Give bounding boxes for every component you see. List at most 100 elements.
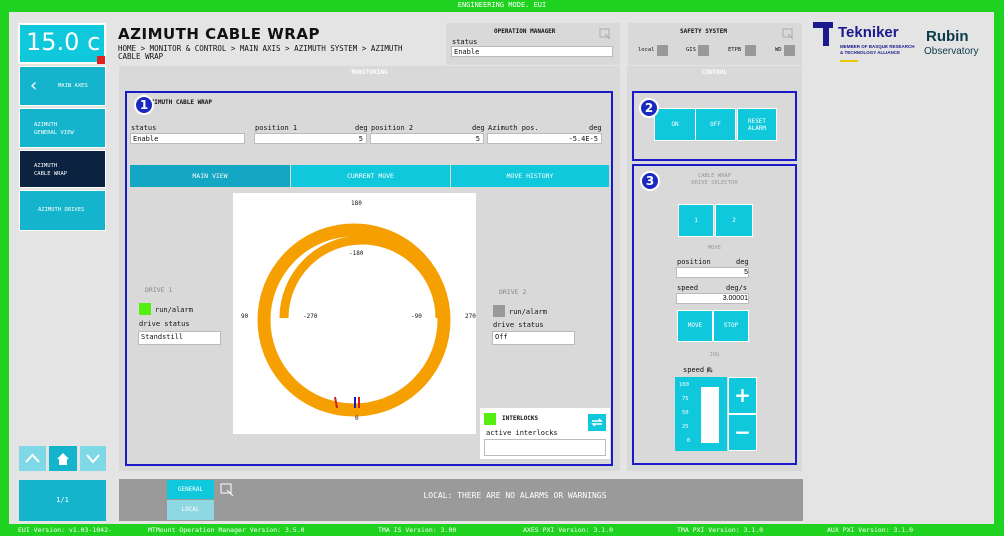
cable-wrap-dial: 180 0 90 270 -180 -270 -90 <box>233 193 476 434</box>
move-title: MOVE <box>707 245 722 251</box>
jog-tick-100: 100 <box>679 382 689 388</box>
chevron-left-icon: ‹ <box>30 75 38 96</box>
dial-label-minus-270: -270 <box>303 313 318 320</box>
page-down-button[interactable] <box>80 446 106 471</box>
minus-icon: − <box>734 420 751 444</box>
nav-azimuth-general-button[interactable]: AZIMUTH GENERAL VIEW <box>19 108 106 148</box>
position1-label: position 1 <box>255 124 298 132</box>
select-drive-2-button[interactable]: 2 <box>715 204 753 237</box>
jog-tick-0: 0 <box>687 438 691 444</box>
version-bar: EUI Version: v1.03-1042- MTMount Operati… <box>0 524 1004 536</box>
refresh-icon <box>591 418 603 427</box>
jog-speed-slider[interactable]: 100 75 50 25 0 <box>675 377 727 451</box>
window-icon[interactable] <box>599 28 611 40</box>
position1-value: 5 <box>254 133 367 144</box>
dial-label-90: 90 <box>241 313 249 320</box>
interlocks-indicator <box>484 413 496 425</box>
status-label: status <box>131 124 157 132</box>
section-badge-3: 3 <box>640 171 660 191</box>
tekniker-logo: Tekniker MEMBER OF BASQUE RESEARCH & TEC… <box>812 20 922 68</box>
monitoring-header: MONITORING <box>351 69 388 76</box>
dial-label-270: 270 <box>465 313 476 320</box>
status-value: Enable <box>130 133 245 144</box>
position2-value: 5 <box>370 133 484 144</box>
nav-azimuth-cable-wrap-label: AZIMUTH CABLE WRAP <box>34 163 68 177</box>
safety-wd-label: WD <box>775 47 782 53</box>
nav-azimuth-general-label: AZIMUTH GENERAL VIEW <box>34 122 74 136</box>
tekniker-subtitle-2: & TECHNOLOGY ALLIANCE <box>840 50 901 55</box>
safety-system-title: SAFETY SYSTEM <box>680 28 727 35</box>
nav-azimuth-drives-button[interactable]: AZIMUTH DRIVES <box>19 190 106 231</box>
mode-banner: ENGINEERING MODE. EUI <box>457 1 547 9</box>
nav-azimuth-cable-wrap-button[interactable]: AZIMUTH CABLE WRAP <box>19 150 106 188</box>
safety-local-label: local <box>638 47 655 53</box>
drive2-status-label: drive status <box>493 321 544 329</box>
nav-main-axes-label: MAIN AXES <box>58 83 88 89</box>
page-title: AZIMUTH CABLE WRAP <box>118 25 320 43</box>
page-up-button[interactable] <box>19 446 46 471</box>
control-header: CONTROL <box>701 69 728 76</box>
tab-current-move[interactable]: CURRENT MOVE <box>291 165 450 187</box>
window-icon[interactable] <box>782 28 794 40</box>
select-drive-1-button[interactable]: 1 <box>678 204 714 237</box>
home-icon <box>57 453 69 465</box>
version-aux-pxi: AUX PXI Version: 3.1.0 <box>827 526 914 534</box>
jog-minus-button[interactable]: − <box>728 414 757 451</box>
nav-main-axes-button[interactable]: ‹ MAIN AXES <box>19 66 106 106</box>
nav-azimuth-drives-label: AZIMUTH DRIVES <box>38 207 85 213</box>
reset-alarm-button[interactable]: RESET ALARM <box>737 108 777 141</box>
azimuth-pos-value: -5.4E-5 <box>487 133 602 144</box>
stop-button[interactable]: STOP <box>713 310 749 342</box>
safety-system-panel: SAFETY SYSTEM local GIS ETPB WD <box>628 23 802 65</box>
dial-label-minus-180: -180 <box>349 250 364 257</box>
move-speed-unit: deg/s <box>726 284 748 292</box>
jog-slider-track <box>701 387 719 443</box>
tekniker-name: Tekniker <box>838 24 899 41</box>
on-button[interactable]: ON <box>654 108 696 141</box>
move-speed-input[interactable] <box>676 293 749 304</box>
section-badge-1: 1 <box>134 95 154 115</box>
interlocks-refresh-button[interactable] <box>588 414 606 431</box>
drive1-run-label: run/alarm <box>155 306 193 314</box>
operation-manager-panel: OPERATION MANAGER status Enable <box>446 23 620 65</box>
safety-etpb-indicator <box>745 45 756 56</box>
jog-slider-fill <box>701 387 719 443</box>
section-title: AZIMUTH CABLE WRAP <box>147 99 213 106</box>
safety-etpb-label: ETPB <box>728 47 742 53</box>
drive1-status-value: Standstill <box>138 331 221 345</box>
chevron-down-icon <box>86 454 100 464</box>
jog-tick-50: 50 <box>682 410 689 416</box>
safety-gis-indicator <box>698 45 709 56</box>
drive2-status-value: Off <box>492 331 575 345</box>
dial-label-180: 180 <box>351 200 362 207</box>
home-button[interactable] <box>49 446 77 471</box>
move-position-input[interactable] <box>676 267 749 278</box>
drive1-run-indicator <box>139 303 151 315</box>
rubin-logo-line1: Rubin <box>926 28 969 45</box>
version-tma-is: TMA IS Version: 3.00 <box>378 526 457 534</box>
jog-tick-75: 75 <box>682 396 689 402</box>
drive1-status-label: drive status <box>139 320 190 328</box>
chevron-up-icon <box>25 453 40 463</box>
tab-main-view[interactable]: MAIN VIEW <box>130 165 290 187</box>
jog-plus-button[interactable]: + <box>728 377 757 414</box>
position1-unit: deg <box>355 124 368 132</box>
cursor-arrow-icon <box>707 367 712 373</box>
footer-local-tab[interactable]: LOCAL <box>167 500 214 520</box>
version-eui: EUI Version: v1.03-1042- <box>18 526 112 534</box>
tab-move-history[interactable]: MOVE HISTORY <box>451 165 609 187</box>
move-button[interactable]: MOVE <box>677 310 713 342</box>
jog-title: JOG <box>709 352 720 358</box>
operation-manager-title: OPERATION MANAGER <box>494 28 556 35</box>
move-position-label: position <box>677 258 711 266</box>
off-button[interactable]: OFF <box>695 108 736 141</box>
position2-unit: deg <box>472 124 485 132</box>
dial-label-0: 0 <box>355 415 359 422</box>
drive2-run-indicator <box>493 305 505 317</box>
version-axes-pxi: AXES PXI Version: 3.1.0 <box>523 526 614 534</box>
safety-gis-label: GIS <box>686 47 696 53</box>
dial-label-minus-90: -90 <box>411 313 422 320</box>
plus-icon: + <box>734 383 751 407</box>
footer-general-tab[interactable]: GENERAL <box>167 480 214 499</box>
safety-local-indicator <box>657 45 668 56</box>
